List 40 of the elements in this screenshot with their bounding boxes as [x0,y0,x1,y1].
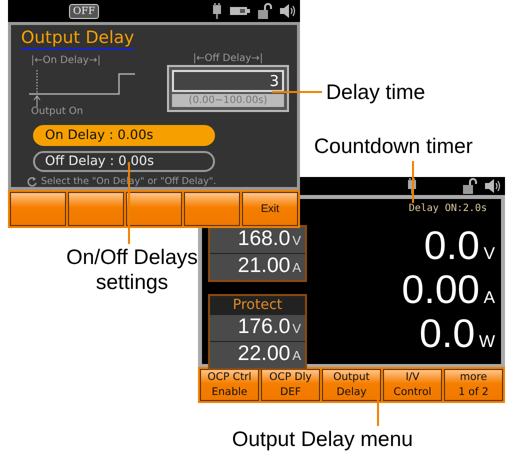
protect-value: 176.0 V [210,315,305,341]
speaker-icon [280,4,296,18]
softkey[interactable]: Output Delay [322,369,381,401]
leader-line [412,161,414,203]
blank-softkey[interactable] [184,192,240,226]
setting-value: 168.0 V [210,227,305,253]
protect-value: 22.00 A [210,342,305,368]
unlocked-padlock-icon [258,3,272,19]
callout-label: On/Off Delays settings [65,245,199,295]
unlocked-padlock-icon [463,178,477,194]
diagram-label: Output On [31,106,84,117]
countdown-timer: Delay ON:2.0s [408,203,487,214]
callout-label: Delay time [326,80,426,105]
protect-title: Protect [232,296,284,314]
measured-value: 0.00 A [402,269,495,311]
blank-softkey[interactable] [68,192,124,226]
speaker-icon [485,179,501,193]
delay-option[interactable]: On Delay : 0.00s [33,125,215,146]
plug-icon [212,3,222,19]
battery-icon [230,6,250,16]
softkey[interactable]: I/V Control [383,369,442,401]
entry-label: |←Off Delay→| [192,52,264,65]
softkey[interactable]: more 1 of 2 [444,369,503,401]
callout-label: Countdown timer [314,134,473,159]
leader-line [272,91,322,93]
output-status-badge: OFF [69,4,100,18]
diagram-label: |←On Delay→| [31,55,101,66]
callout-label: Output Delay menu [232,427,413,452]
blank-softkey[interactable] [126,192,182,226]
softkey[interactable]: Exit [242,192,298,226]
delay-option[interactable]: Off Delay : 0.00s [33,151,215,172]
value-entry-field[interactable]: 3 (0.00~100.00s) [167,65,289,112]
softkey[interactable]: OCP Dly DEF [261,369,320,401]
dialog-title: Output Delay [21,28,134,50]
blank-softkey[interactable] [10,192,66,226]
rotate-knob-icon [27,176,37,186]
measured-value: 0.0 W [419,313,495,355]
setting-value: 21.00 A [210,254,305,280]
measured-value: 0.0 V [424,225,495,267]
softkey[interactable]: OCP Ctrl Enable [200,369,259,401]
